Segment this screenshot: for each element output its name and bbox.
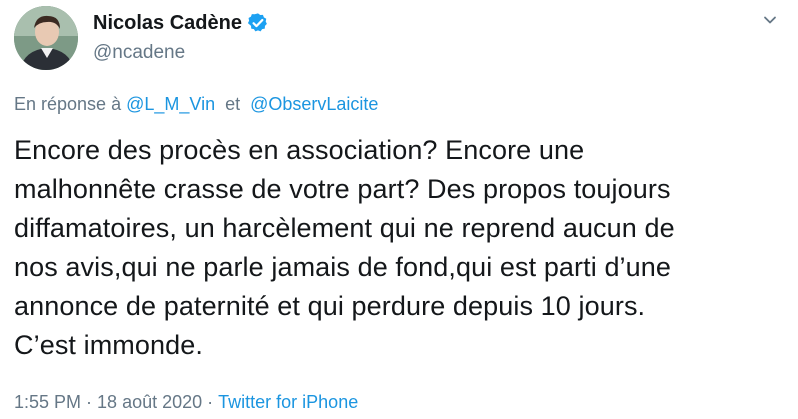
mention-link[interactable]: @ObservLaicite	[250, 94, 378, 114]
meta-separator: ·	[207, 392, 214, 412]
tweet-time-link[interactable]: 1:55 PM · 18 août 2020	[14, 392, 202, 412]
tweet-card: Nicolas Cadène @ncadene En réponse à @L_…	[0, 0, 798, 419]
reply-joiner: et	[225, 94, 241, 114]
reply-prefix: En réponse à	[14, 94, 122, 114]
tweet-source-link[interactable]: Twitter for iPhone	[218, 392, 358, 412]
avatar-photo	[14, 6, 78, 70]
avatar[interactable]	[14, 6, 78, 70]
tweet-date: 18 août 2020	[97, 392, 203, 412]
tweet-meta: 1:55 PM · 18 août 2020 · Twitter for iPhone	[14, 390, 358, 414]
author-name-row: Nicolas Cadène	[93, 10, 269, 36]
author-block: Nicolas Cadène @ncadene	[93, 10, 269, 66]
meta-separator: ·	[86, 392, 93, 412]
tweet-time: 1:55 PM	[14, 392, 82, 412]
tweet-text: Encore des procès en association? Encore…	[14, 135, 675, 360]
tweet-options-button[interactable]	[756, 6, 784, 34]
author-handle[interactable]: @ncadene	[93, 40, 269, 66]
author-name[interactable]: Nicolas Cadène	[93, 10, 242, 36]
reply-context: En réponse à @L_M_Vin et @ObservLaicite	[14, 91, 378, 117]
mention-link[interactable]: @L_M_Vin	[126, 94, 215, 114]
chevron-down-icon	[764, 16, 776, 24]
verified-badge-icon	[247, 12, 269, 34]
